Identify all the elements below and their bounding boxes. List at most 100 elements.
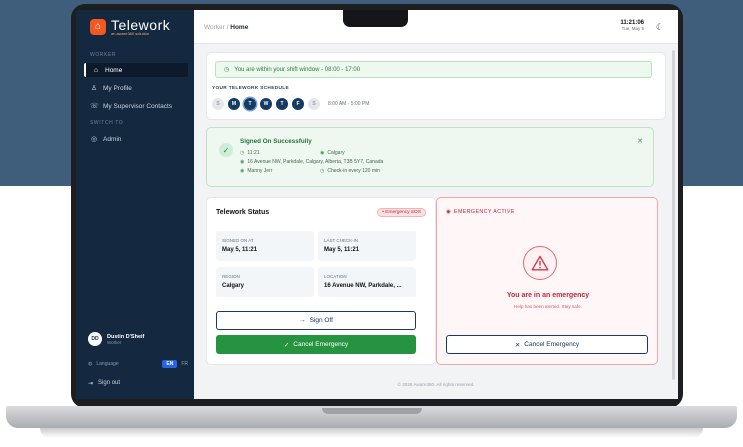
location-icon: ◉ xyxy=(240,159,245,165)
lang-en-button[interactable]: EN xyxy=(162,360,178,368)
location-value: 16 Avenue NW, Parkdale, ... xyxy=(324,283,402,289)
region-label: REGION xyxy=(222,274,240,279)
signed-on-region: ◉ Calgary xyxy=(320,150,345,156)
emergency-cancel-label: Cancel Emergency xyxy=(524,341,580,348)
emergency-title-text: EMERGENCY ACTIVE xyxy=(454,209,515,215)
emergency-cancel-button[interactable]: ✕ Cancel Emergency xyxy=(446,335,648,354)
sign-out-link[interactable]: ⇥ Sign out xyxy=(88,380,120,387)
signed-on-checkin: ◷ Check-in every 120 min xyxy=(320,168,380,174)
signed-on-supervisor-text: Manny Jerr xyxy=(247,168,273,174)
signed-on-at-label: SIGNED ON AT xyxy=(222,238,254,243)
sidebar-item-admin[interactable]: ◎ Admin xyxy=(84,132,188,146)
house-logo-icon: ⌂ xyxy=(90,18,106,35)
clock-icon: ◷ xyxy=(224,67,230,73)
avatar: DD xyxy=(88,332,102,346)
day-saturday: S xyxy=(308,98,320,110)
check-icon: ✓ xyxy=(219,143,233,157)
signed-on-at-value: May 5, 11:21 xyxy=(222,247,258,253)
sidebar: ⌂ Telework an aware360 solution WORKER ⌂… xyxy=(76,10,194,399)
sign-out-icon: ⇥ xyxy=(88,381,94,387)
telework-status-card: Telework Status • Emergency SOS SIGNED O… xyxy=(206,197,436,365)
clock-icon: ◷ xyxy=(240,150,245,156)
day-thursday: T xyxy=(276,98,288,110)
breadcrumb-separator: / xyxy=(226,24,229,31)
signed-on-checkin-text: Check-in every 120 min xyxy=(327,168,380,174)
sidebar-item-home[interactable]: ⌂ Home xyxy=(84,63,188,77)
person-icon: ◉ xyxy=(240,168,245,174)
clock-date: Tue, May 5 xyxy=(621,26,644,31)
sign-off-button[interactable]: → Sign Off xyxy=(216,311,416,330)
day-friday: F xyxy=(292,98,304,110)
sign-off-label: Sign Off xyxy=(309,317,333,324)
breadcrumb-current: Home xyxy=(230,24,249,31)
sidebar-item-supervisor-contacts[interactable]: ☏ My Supervisor Contacts xyxy=(84,99,188,113)
admin-icon: ◎ xyxy=(90,136,98,143)
region-cell: REGION Calgary xyxy=(216,267,314,297)
cancel-emergency-button[interactable]: ✓ Cancel Emergency xyxy=(216,335,416,354)
section-worker: WORKER xyxy=(90,52,117,58)
user-profile[interactable]: DD Dustin D'Sheif Worker xyxy=(88,332,144,346)
person-icon: ♙ xyxy=(90,85,98,92)
signed-on-title: Signed On Successfully xyxy=(240,138,312,145)
section-switch-to: SWITCH TO xyxy=(90,120,124,126)
cancel-emergency-label: Cancel Emergency xyxy=(293,341,349,348)
app-logo[interactable]: ⌂ Telework an aware360 solution xyxy=(90,17,170,36)
signed-on-at-cell: SIGNED ON AT May 5, 11:21 xyxy=(216,231,314,261)
emergency-title: ◉ EMERGENCY ACTIVE xyxy=(446,209,515,215)
language-label: Language xyxy=(96,361,119,367)
close-icon[interactable]: ✕ xyxy=(637,137,643,145)
location-cell: LOCATION 16 Avenue NW, Parkdale, ... xyxy=(318,267,416,297)
signed-on-region-text: Calgary xyxy=(327,150,345,156)
scrollbar[interactable] xyxy=(672,50,675,380)
signed-on-address: ◉ 16 Avenue NW, Parkdale, Calgary, Alber… xyxy=(240,159,383,165)
emergency-heading: You are in an emergency xyxy=(506,292,590,299)
theme-toggle-icon[interactable]: ☾ xyxy=(656,22,664,33)
schedule-days: S M T W T F S 8:00 AM - 5:00 PM xyxy=(212,98,369,110)
sidebar-item-label: Home xyxy=(105,66,123,74)
lang-fr-button[interactable]: FR xyxy=(181,361,188,367)
signed-on-supervisor: ◉ Manny Jerr xyxy=(240,168,272,174)
sidebar-item-profile[interactable]: ♙ My Profile xyxy=(84,81,188,95)
sign-out-label: Sign out xyxy=(98,380,121,386)
schedule-card: ◷ You are within your shift window - 08:… xyxy=(206,52,666,120)
laptop-shadow xyxy=(40,428,703,438)
laptop-base-groove xyxy=(322,408,422,414)
arrow-right-icon: → xyxy=(299,317,306,324)
footer: © 2026 Aware360. All rights reserved. xyxy=(397,382,475,387)
pin-icon: ◉ xyxy=(320,150,325,156)
clock: 11:21:06 Tue, May 5 xyxy=(620,20,644,31)
contacts-icon: ☏ xyxy=(90,103,99,110)
sidebar-item-label: My Supervisor Contacts xyxy=(103,102,172,110)
region-value: Calgary xyxy=(222,283,245,289)
sidebar-item-label: My Profile xyxy=(103,84,132,92)
status-badge: • Emergency SOS xyxy=(377,208,426,217)
emergency-card: ◉ EMERGENCY ACTIVE You are in an emergen… xyxy=(436,197,658,365)
shift-window-banner: ◷ You are within your shift window - 08:… xyxy=(215,61,652,78)
user-name: Dustin D'Sheif xyxy=(107,333,145,340)
signed-on-time: ◷ 11:21 xyxy=(240,150,260,156)
user-role: Worker xyxy=(107,339,122,345)
globe-icon: ◍ xyxy=(88,361,93,367)
schedule-time-range: 8:00 AM - 5:00 PM xyxy=(328,101,370,107)
timer-icon: ◷ xyxy=(320,168,325,174)
last-checkin-cell: LAST CHECK-IN May 5, 11:21 xyxy=(318,231,416,261)
breadcrumb-parent[interactable]: Worker xyxy=(204,24,225,31)
status-title: Telework Status xyxy=(216,209,270,216)
last-checkin-label: LAST CHECK-IN xyxy=(324,238,359,243)
day-tuesday: T xyxy=(244,98,256,110)
signed-on-address-text: 16 Avenue NW, Parkdale, Calgary, Alberta… xyxy=(247,159,384,165)
camera-notch xyxy=(343,10,408,27)
app-screen: ⌂ Telework an aware360 solution WORKER ⌂… xyxy=(76,10,678,399)
last-checkin-value: May 5, 11:21 xyxy=(324,247,360,253)
shift-window-text: You are within your shift window - 08:00… xyxy=(234,66,361,73)
home-icon: ⌂ xyxy=(93,66,99,74)
emergency-subtext: Help has been alerted. Stay safe. xyxy=(514,304,582,309)
warning-icon xyxy=(523,246,557,280)
day-wednesday: W xyxy=(260,98,272,110)
check-icon: ✓ xyxy=(283,341,290,349)
close-icon: ✕ xyxy=(514,341,521,349)
top-bar: Worker / Home 11:21:06 Tue, May 5 ☾ xyxy=(194,10,678,44)
sidebar-item-label: Admin xyxy=(103,135,122,143)
language-row: ◍ Language EN FR xyxy=(88,360,188,368)
location-label: LOCATION xyxy=(324,274,347,279)
